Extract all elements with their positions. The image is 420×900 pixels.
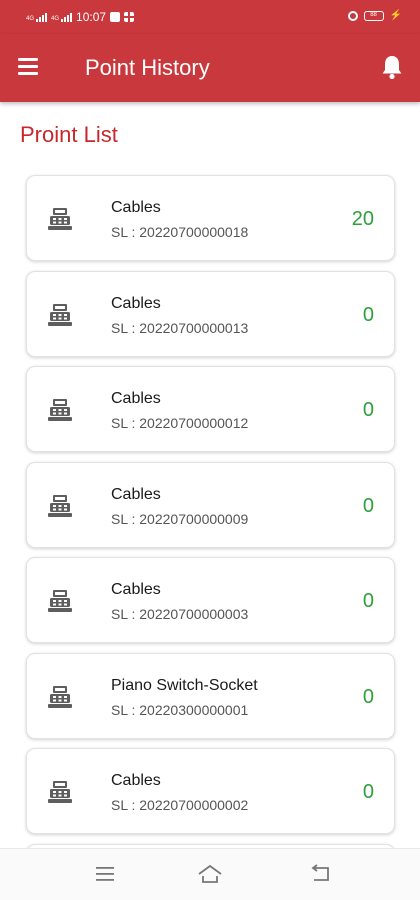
app-notification-icon — [124, 12, 135, 22]
system-nav-bar — [0, 848, 420, 900]
page-title: Point History — [85, 55, 210, 80]
list-item[interactable]: Cables SL : 20220700000009 0 — [26, 461, 395, 548]
item-points: 0 — [362, 685, 374, 708]
list-item[interactable]: Cables SL : 20220700000002 0 — [26, 748, 395, 834]
item-serial: SL : 20220700000013 — [111, 319, 249, 336]
list-item[interactable]: Cables SL : 20220700000012 0 — [26, 366, 395, 452]
item-points: 0 — [362, 303, 374, 326]
item-points: 20 — [351, 208, 374, 230]
item-name: Cables — [111, 581, 161, 598]
list-item[interactable]: Piano Switch-Socket SL : 20220300000001 … — [26, 652, 395, 739]
status-time: 10:07 — [76, 10, 107, 24]
cash-register-icon — [47, 398, 73, 422]
alarm-icon — [347, 10, 358, 21]
charging-icon: ⚡ — [389, 10, 402, 21]
item-name: Cables — [111, 390, 161, 407]
cash-register-icon — [47, 685, 73, 709]
cash-register-icon — [47, 303, 73, 327]
cash-register-icon — [47, 494, 73, 518]
list-item[interactable]: Cables SL : 20220700000018 20 — [26, 175, 395, 261]
list-item[interactable]: Cables SL : 20220700000013 0 — [26, 270, 395, 357]
item-name: Cables — [111, 485, 161, 503]
battery-icon: 88 — [363, 10, 384, 21]
item-points: 0 — [362, 590, 374, 612]
signal-2-icon: 4G — [51, 12, 73, 22]
facebook-notification-icon — [110, 12, 121, 22]
list-item[interactable]: Cables SL : 20220700000003 0 — [26, 557, 395, 643]
item-serial: SL : 20220700000012 — [111, 415, 249, 431]
item-serial: SL : 20220700000018 — [111, 224, 249, 240]
cash-register-icon — [47, 207, 73, 231]
signal-1-icon: 4G — [26, 12, 48, 22]
item-name: Cables — [111, 294, 161, 312]
item-serial: SL : 20220700000009 — [111, 510, 249, 527]
item-points: 0 — [362, 494, 374, 517]
item-points: 0 — [362, 781, 374, 803]
cash-register-icon — [47, 780, 73, 804]
section-title: Proint List — [20, 122, 118, 147]
item-name: Cables — [111, 772, 161, 789]
item-name: Piano Switch-Socket — [111, 676, 258, 694]
recent-apps-icon[interactable] — [93, 863, 119, 885]
status-right: 88 ⚡ — [347, 10, 402, 21]
cash-register-icon — [47, 589, 73, 613]
app-bar: Point History — [0, 34, 420, 102]
item-serial: SL : 20220700000003 — [111, 606, 249, 622]
hamburger-menu-icon[interactable] — [18, 58, 40, 76]
item-points: 0 — [362, 399, 374, 421]
item-serial: SL : 20220700000002 — [111, 797, 249, 813]
status-bar: 4G 4G 10:07 88 ⚡ — [0, 0, 420, 34]
home-icon[interactable] — [197, 863, 223, 885]
point-list: Cables SL : 20220700000018 20 Cables SL … — [26, 175, 395, 900]
item-serial: SL : 20220300000001 — [111, 701, 249, 718]
back-icon[interactable] — [308, 863, 334, 885]
bell-icon[interactable] — [380, 54, 404, 80]
item-name: Cables — [111, 199, 161, 216]
status-left: 4G 4G 10:07 — [26, 10, 135, 24]
